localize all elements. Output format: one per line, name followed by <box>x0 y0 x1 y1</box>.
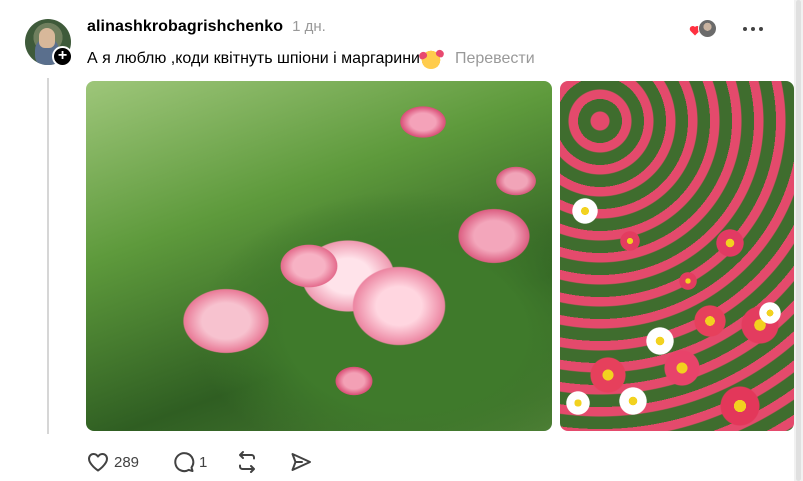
post-header: alinashkrobagrishchenko 1 дн. <box>87 18 326 40</box>
post-top-right <box>689 19 763 39</box>
like-count: 289 <box>114 453 140 471</box>
reply-count: 1 <box>199 453 208 471</box>
post-time[interactable]: 1 дн. <box>292 18 326 35</box>
repost-button[interactable] <box>235 449 259 475</box>
reactor-avatar <box>698 19 717 38</box>
repost-icon <box>239 451 256 473</box>
comment-icon <box>174 452 195 473</box>
share-button[interactable] <box>289 449 313 475</box>
reply-button[interactable]: 1 <box>171 449 207 475</box>
smiling-face-with-hearts-icon <box>420 49 441 69</box>
scrollbar-thumb[interactable] <box>796 0 801 481</box>
post-actions: 289 1 <box>86 449 313 475</box>
post-image-daisies[interactable] <box>560 81 794 431</box>
post-text: А я люблю ,коди квітнуть шпіони і маргар… <box>87 50 420 67</box>
send-icon <box>291 453 312 471</box>
post-text-row: А я люблю ,коди квітнуть шпіони і маргар… <box>87 48 535 70</box>
avatar-container[interactable]: + <box>25 19 73 67</box>
translate-link[interactable]: Перевести <box>455 50 535 68</box>
reactors[interactable] <box>689 19 717 39</box>
username[interactable]: alinashkrobagrishchenko <box>87 18 283 36</box>
post-image-peonies[interactable] <box>86 81 552 431</box>
more-horizontal-icon[interactable] <box>743 19 763 39</box>
thread-line <box>47 78 49 434</box>
like-button[interactable]: 289 <box>86 449 139 475</box>
plus-icon[interactable]: + <box>52 46 73 67</box>
heart-outline-icon <box>88 453 108 472</box>
